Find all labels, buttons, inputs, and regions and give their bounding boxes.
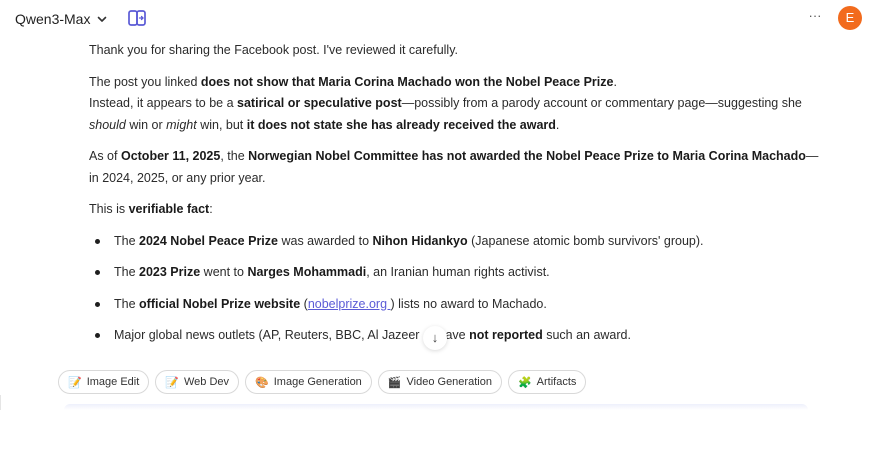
facts-list: The 2024 Nobel Peace Prize was awarded t…	[89, 231, 819, 347]
chip-web-dev[interactable]: 📝 Web Dev	[155, 370, 240, 394]
palette-icon: 🎨	[255, 376, 269, 389]
puzzle-icon: 🧩	[517, 376, 532, 389]
chevron-down-icon	[98, 16, 107, 22]
nobelprize-link[interactable]: nobelprize.org	[308, 297, 391, 311]
chip-artifacts[interactable]: 🧩 Artifacts	[507, 370, 587, 394]
list-item: The 2024 Nobel Peace Prize was awarded t…	[89, 231, 819, 253]
message-paragraph: This is verifiable fact:	[89, 202, 213, 216]
assistant-message: Thank you for sharing the Facebook post.…	[89, 40, 819, 357]
top-bar: Qwen3-Max ··· E	[0, 0, 870, 36]
scroll-to-bottom-button[interactable]: ↓	[423, 326, 447, 350]
avatar[interactable]: E	[838, 6, 862, 30]
model-name: Qwen3-Max	[15, 11, 91, 27]
web-dev-icon: 📝	[165, 376, 179, 389]
compare-models-icon[interactable]	[127, 8, 147, 28]
image-edit-icon: 📝	[68, 376, 82, 389]
list-item: The official Nobel Prize website (nobelp…	[89, 294, 819, 316]
message-paragraph: The post you linked does not show that M…	[89, 74, 802, 132]
model-selector[interactable]: Qwen3-Max	[15, 9, 108, 29]
message-paragraph: As of October 11, 2025, the Norwegian No…	[89, 149, 819, 185]
clapperboard-icon: 🎬	[387, 376, 402, 389]
more-options-icon[interactable]: ···	[806, 9, 824, 27]
list-item: The 2023 Prize went to Narges Mohammadi,…	[89, 262, 819, 284]
chip-image-generation[interactable]: 🎨 Image Generation	[245, 370, 372, 394]
divider	[0, 395, 1, 410]
feature-chips: 📝 Image Edit 📝 Web Dev 🎨 Image Generation 🎬…	[58, 370, 587, 394]
list-item: Major global news outlets (AP, Reuters, …	[89, 325, 819, 347]
chip-image-edit[interactable]: 📝 Image Edit	[58, 370, 150, 394]
chip-video-generation[interactable]: 🎬 Video Generation	[377, 370, 502, 394]
message-paragraph: Thank you for sharing the Facebook post.…	[89, 43, 459, 57]
chat-input-box[interactable]	[64, 404, 808, 410]
